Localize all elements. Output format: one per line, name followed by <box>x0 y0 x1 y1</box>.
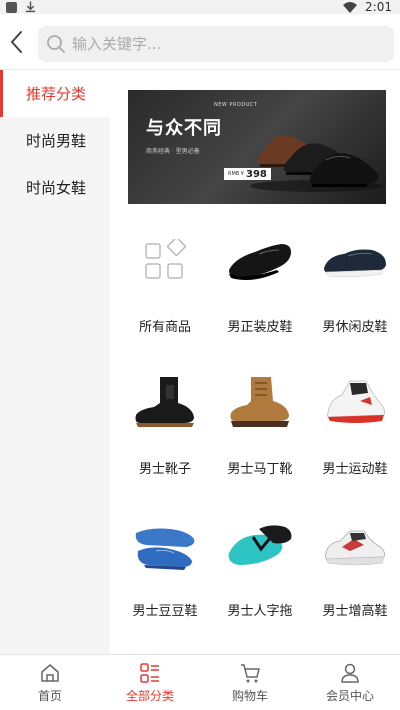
nav-all-categories[interactable]: 全部分类 <box>100 655 200 710</box>
search-input[interactable] <box>72 35 372 53</box>
nav-label: 会员中心 <box>325 688 374 703</box>
sidebar-item-womens-shoes[interactable]: 时尚女鞋 <box>0 164 110 211</box>
user-icon <box>341 663 359 683</box>
sidebar-item-recommended[interactable]: 推荐分类 <box>0 70 110 117</box>
dress-shoe-image <box>225 220 295 302</box>
bottom-nav: 首页 全部分类 购物车 会员中心 <box>0 654 400 710</box>
category-label: 男士豆豆鞋 <box>132 604 198 619</box>
category-label: 男士运动鞋 <box>322 462 388 477</box>
status-bar: 2:01 <box>0 0 400 14</box>
grid-shapes-icon <box>130 220 200 302</box>
category-item-sneakers[interactable]: 男士运动鞋 <box>310 362 400 492</box>
sidebar-item-label: 时尚男鞋 <box>26 132 87 150</box>
sidebar-item-mens-shoes[interactable]: 时尚男鞋 <box>0 117 110 164</box>
nav-label: 全部分类 <box>125 688 174 703</box>
banner-shoes-image <box>250 135 382 192</box>
category-item-loafers[interactable]: 男士豆豆鞋 <box>120 504 210 634</box>
banner-price-label: RMB ¥ <box>228 171 244 177</box>
home-icon <box>41 663 59 682</box>
category-content: 与众不同 商务经典 · 型男必备 NEW PRODUCT RMB ¥ 398 所… <box>110 70 400 654</box>
category-label: 男正装皮鞋 <box>227 320 293 335</box>
category-item-boots[interactable]: 男士靴子 <box>120 362 210 492</box>
search-icon <box>47 35 65 53</box>
back-arrow-icon[interactable] <box>6 28 30 56</box>
category-item-martin-boots[interactable]: 男士马丁靴 <box>215 362 305 492</box>
banner-title: 与众不同 <box>146 118 222 139</box>
nav-member-center[interactable]: 会员中心 <box>300 655 400 710</box>
category-item-all[interactable]: 所有商品 <box>120 220 210 350</box>
category-icon <box>140 662 159 683</box>
status-right: 2:01 <box>343 0 392 14</box>
nav-label: 购物车 <box>231 688 268 703</box>
flip-flop-image <box>225 504 295 586</box>
boot-image <box>130 362 200 444</box>
nav-home[interactable]: 首页 <box>0 655 100 710</box>
casual-shoe-image <box>320 220 390 302</box>
sneaker-image <box>320 362 390 444</box>
banner-subtitle: 商务经典 · 型男必备 <box>146 148 200 155</box>
status-left <box>6 1 36 13</box>
height-shoe-image <box>320 504 390 586</box>
banner-text: 与众不同 商务经典 · 型男必备 <box>146 114 222 155</box>
category-item-dress-shoes[interactable]: 男正装皮鞋 <box>215 220 305 350</box>
search-header <box>0 14 400 70</box>
category-label: 男士增高鞋 <box>322 604 388 619</box>
sidebar-item-label: 推荐分类 <box>26 85 87 103</box>
category-label: 男休闲皮鞋 <box>322 320 388 335</box>
sidebar-item-label: 时尚女鞋 <box>26 179 87 197</box>
notification-icon <box>6 1 17 13</box>
category-label: 所有商品 <box>138 320 191 335</box>
category-item-flip-flops[interactable]: 男士人字拖 <box>215 504 305 634</box>
category-item-casual-shoes[interactable]: 男休闲皮鞋 <box>310 220 400 350</box>
status-time: 2:01 <box>365 0 392 14</box>
category-label: 男士马丁靴 <box>227 462 293 477</box>
nav-cart[interactable]: 购物车 <box>200 655 300 710</box>
wifi-icon <box>343 1 358 13</box>
cart-icon <box>241 663 260 682</box>
download-icon <box>25 1 36 13</box>
loafer-image <box>130 504 200 586</box>
martin-boot-image <box>225 362 295 444</box>
search-box[interactable] <box>38 26 394 62</box>
banner-new-product: NEW PRODUCT <box>214 102 258 108</box>
category-label: 男士人字拖 <box>227 604 293 619</box>
category-sidebar: 推荐分类 时尚男鞋 时尚女鞋 <box>0 70 110 654</box>
category-item-height-shoes[interactable]: 男士增高鞋 <box>310 504 400 634</box>
promo-banner[interactable]: 与众不同 商务经典 · 型男必备 NEW PRODUCT RMB ¥ 398 <box>128 90 386 204</box>
category-label: 男士靴子 <box>138 462 191 477</box>
nav-label: 首页 <box>37 688 62 703</box>
